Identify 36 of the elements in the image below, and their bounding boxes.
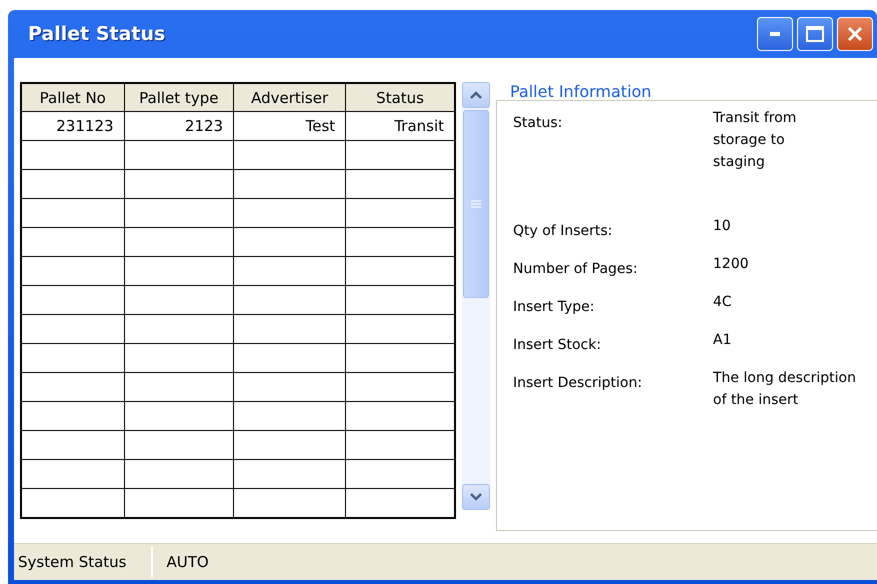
field-label: Qty of Inserts: — [513, 222, 614, 241]
field-value: 4C — [713, 293, 733, 312]
field-label: Number of Pages: — [513, 260, 639, 279]
maximize-icon — [806, 26, 824, 42]
table-cell: Test — [234, 112, 346, 140]
close-button[interactable] — [837, 17, 873, 51]
minimize-button[interactable] — [757, 17, 793, 51]
group-title: Pallet Information — [509, 82, 652, 100]
maximize-button[interactable] — [797, 17, 833, 51]
field-label: Insert Stock: — [513, 336, 602, 355]
status-value: AUTO — [166, 553, 209, 571]
field-value: 10 — [713, 217, 732, 236]
column-header[interactable]: Advertiser — [234, 83, 346, 112]
scroll-thumb[interactable] — [463, 110, 489, 298]
scroll-down-button[interactable] — [462, 484, 490, 510]
field-value: A1 — [713, 331, 732, 350]
table-cell: 2123 — [124, 112, 234, 140]
chevron-down-icon — [470, 493, 482, 501]
column-header[interactable]: Pallet type — [124, 83, 234, 112]
field-label: Status: — [513, 114, 564, 133]
field-value: 1200 — [713, 255, 750, 274]
table-cell: 231123 — [21, 112, 124, 140]
chevron-up-icon — [470, 91, 482, 99]
status-label: System Status — [14, 547, 153, 577]
vertical-scrollbar[interactable] — [462, 82, 490, 510]
field-value: The long description of the insert — [713, 369, 857, 410]
field-label: Insert Type: — [513, 298, 596, 317]
column-header[interactable]: Pallet No — [21, 83, 124, 112]
close-icon — [847, 26, 863, 42]
field-label: Insert Description: — [513, 374, 644, 393]
column-header[interactable]: Status — [346, 83, 455, 112]
window-title: Pallet Status — [28, 23, 166, 45]
scroll-up-button[interactable] — [462, 82, 490, 108]
minimize-icon — [770, 32, 780, 36]
field-value: Transit from storage to staging — [713, 109, 798, 172]
grip-icon — [471, 200, 481, 208]
